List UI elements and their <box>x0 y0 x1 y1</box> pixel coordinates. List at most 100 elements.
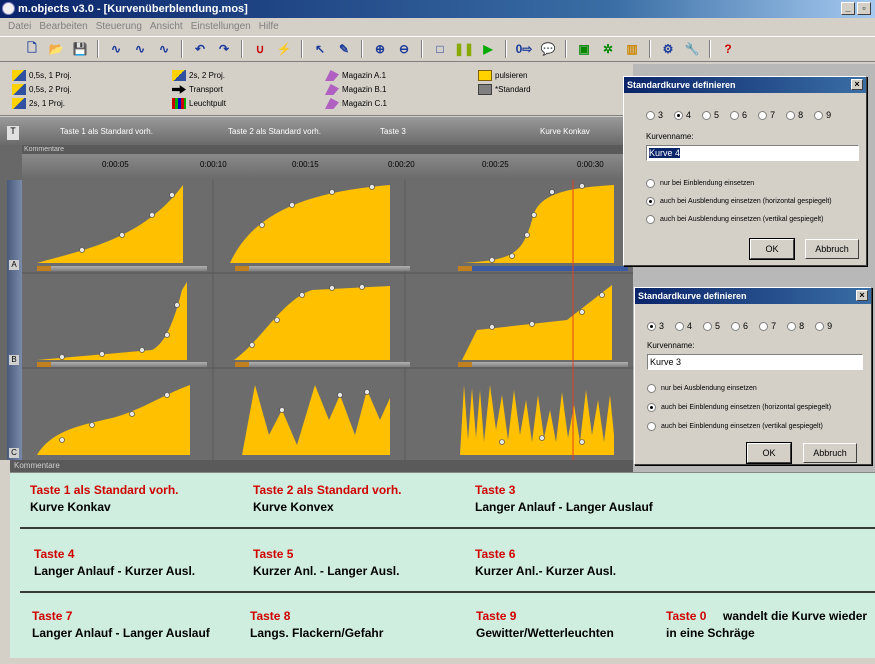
comment-key: Taste 8 <box>250 609 291 623</box>
time-ruler[interactable]: 0:00:05 0:00:10 0:00:15 0:00:20 0:00:25 … <box>22 154 633 180</box>
radio-curve-4[interactable]: 4 <box>674 110 691 120</box>
play-icon[interactable]: ▶ <box>478 39 498 59</box>
radio-curve-7[interactable]: 7 <box>758 110 775 120</box>
menu-ansicht[interactable]: Ansicht <box>150 18 183 35</box>
settings-icon[interactable]: ⚙ <box>658 39 678 59</box>
pointer-icon[interactable]: ↖ <box>310 39 330 59</box>
track-label[interactable]: Taste 1 als Standard vorh. <box>60 127 153 136</box>
curve-name-input[interactable]: Kurve 3 <box>647 354 863 370</box>
object-item[interactable]: Transport <box>172 84 223 95</box>
row-label-t: T <box>7 126 19 140</box>
object-item[interactable]: 2s, 1 Proj. <box>12 98 65 109</box>
option-fade-in-vertical[interactable]: auch bei Einblendung einsetzen (vertikal… <box>647 422 823 431</box>
radio-curve-5[interactable]: 5 <box>703 321 720 331</box>
menu-steuerung[interactable]: Steuerung <box>96 18 142 35</box>
radio-curve-9[interactable]: 9 <box>815 321 832 331</box>
object-item[interactable]: Magazin C.1 <box>325 98 387 109</box>
close-icon[interactable]: × <box>851 79 863 90</box>
save-icon[interactable]: 💾 <box>70 39 90 59</box>
curve-name-input[interactable]: Kurve 4 <box>646 145 859 161</box>
standard-icon <box>478 84 492 95</box>
option-fade-in-only[interactable]: nur bei Einblendung einsetzen <box>646 179 754 188</box>
curve-convex <box>230 185 390 263</box>
stop-icon[interactable]: □ <box>430 39 450 59</box>
pen-icon[interactable]: ✎ <box>334 39 354 59</box>
object-item[interactable]: Magazin A.1 <box>325 70 386 81</box>
speech-icon[interactable]: 💬 <box>538 39 558 59</box>
track-label[interactable]: Taste 3 <box>380 127 406 136</box>
comment-key: Taste 5 <box>253 547 294 561</box>
zoom-in-icon[interactable]: ⊕ <box>370 39 390 59</box>
monitor-icon[interactable]: ▣ <box>574 39 594 59</box>
curve-tracks[interactable] <box>22 180 633 460</box>
cancel-button[interactable]: Abbruch <box>803 443 857 463</box>
radio-curve-5[interactable]: 5 <box>702 110 719 120</box>
radio-curve-8[interactable]: 8 <box>787 321 804 331</box>
menu-hilfe[interactable]: Hilfe <box>259 18 279 35</box>
radio-curve-6[interactable]: 6 <box>731 321 748 331</box>
curve-icon[interactable]: ∿ <box>106 39 126 59</box>
radio-curve-6[interactable]: 6 <box>730 110 747 120</box>
pause-icon[interactable]: ❚❚ <box>454 39 474 59</box>
comment-key: Taste 2 als Standard vorh. <box>253 483 402 497</box>
open-icon[interactable]: 📂 <box>46 39 66 59</box>
help-icon[interactable]: ? <box>718 39 738 59</box>
toolbar-separator <box>241 40 243 58</box>
restore-button[interactable]: ▫ <box>857 2 871 15</box>
object-item[interactable]: *Standard <box>478 84 531 95</box>
curve-concave <box>37 185 183 263</box>
object-item[interactable]: Magazin B.1 <box>325 84 386 95</box>
curve-icon[interactable]: ∿ <box>154 39 174 59</box>
counter-icon[interactable]: 0⇨ <box>514 39 534 59</box>
curve-lightning <box>460 385 614 455</box>
ruler-tick: 0:00:20 <box>388 160 415 169</box>
fade-bar <box>37 266 207 271</box>
ok-button[interactable]: OK <box>746 442 792 464</box>
fade-bar-start <box>458 266 472 271</box>
option-fade-in-horizontal[interactable]: auch bei Einblendung einsetzen (horizont… <box>647 403 831 412</box>
option-fade-out-horizontal[interactable]: auch bei Ausblendung einsetzen (horizont… <box>646 197 832 206</box>
zoom-out-icon[interactable]: ⊖ <box>394 39 414 59</box>
ok-button[interactable]: OK <box>749 238 795 260</box>
menu-einstellungen[interactable]: Einstellungen <box>191 18 251 35</box>
redo-icon[interactable]: ↷ <box>214 39 234 59</box>
ruler-tick: 0:00:15 <box>292 160 319 169</box>
curve-name-label: Kurvenname: <box>646 132 694 141</box>
menu-datei[interactable]: Datei <box>8 18 31 35</box>
fade-bar-start <box>458 362 472 367</box>
new-icon[interactable]: 🗋 <box>22 39 42 59</box>
option-fade-out-vertical[interactable]: auch bei Ausblendung einsetzen (vertikal… <box>646 215 823 224</box>
object-item[interactable]: 0,5s, 1 Proj. <box>12 70 72 81</box>
track-label[interactable]: Taste 2 als Standard vorh. <box>228 127 321 136</box>
cancel-button[interactable]: Abbruch <box>805 239 859 259</box>
radio-curve-9[interactable]: 9 <box>814 110 831 120</box>
radio-curve-3[interactable]: 3 <box>646 110 663 120</box>
radio-curve-3[interactable]: 3 <box>647 321 664 331</box>
curve-object-icon <box>172 70 186 81</box>
pulse-icon <box>478 70 492 81</box>
grid-icon[interactable]: ▥ <box>622 39 642 59</box>
menu-bearbeiten[interactable]: Bearbeiten <box>39 18 87 35</box>
magazine-icon <box>325 84 339 95</box>
object-item[interactable]: 0,5s, 2 Proj. <box>12 84 72 95</box>
radio-curve-7[interactable]: 7 <box>759 321 776 331</box>
link-icon[interactable]: ⚡ <box>274 39 294 59</box>
comment-key: Taste 9 <box>476 609 517 623</box>
curve-flicker <box>242 385 390 455</box>
curve-icon[interactable]: ∿ <box>130 39 150 59</box>
sync-icon[interactable]: ✲ <box>598 39 618 59</box>
magnet-icon[interactable]: ∪ <box>250 39 270 59</box>
curve-object-icon <box>12 84 26 95</box>
undo-icon[interactable]: ↶ <box>190 39 210 59</box>
radio-curve-8[interactable]: 8 <box>786 110 803 120</box>
minimize-button[interactable]: _ <box>841 2 855 15</box>
track-label[interactable]: Kurve Konkav <box>540 127 590 136</box>
comment-key: Taste 4 <box>34 547 75 561</box>
wrench-icon[interactable]: 🔧 <box>682 39 702 59</box>
radio-curve-4[interactable]: 4 <box>675 321 692 331</box>
object-item[interactable]: pulsieren <box>478 70 527 81</box>
object-item[interactable]: 2s, 2 Proj. <box>172 70 225 81</box>
option-fade-out-only[interactable]: nur bei Ausblendung einsetzen <box>647 384 757 393</box>
close-icon[interactable]: × <box>856 290 868 301</box>
object-item[interactable]: Leuchtpult <box>172 98 226 109</box>
